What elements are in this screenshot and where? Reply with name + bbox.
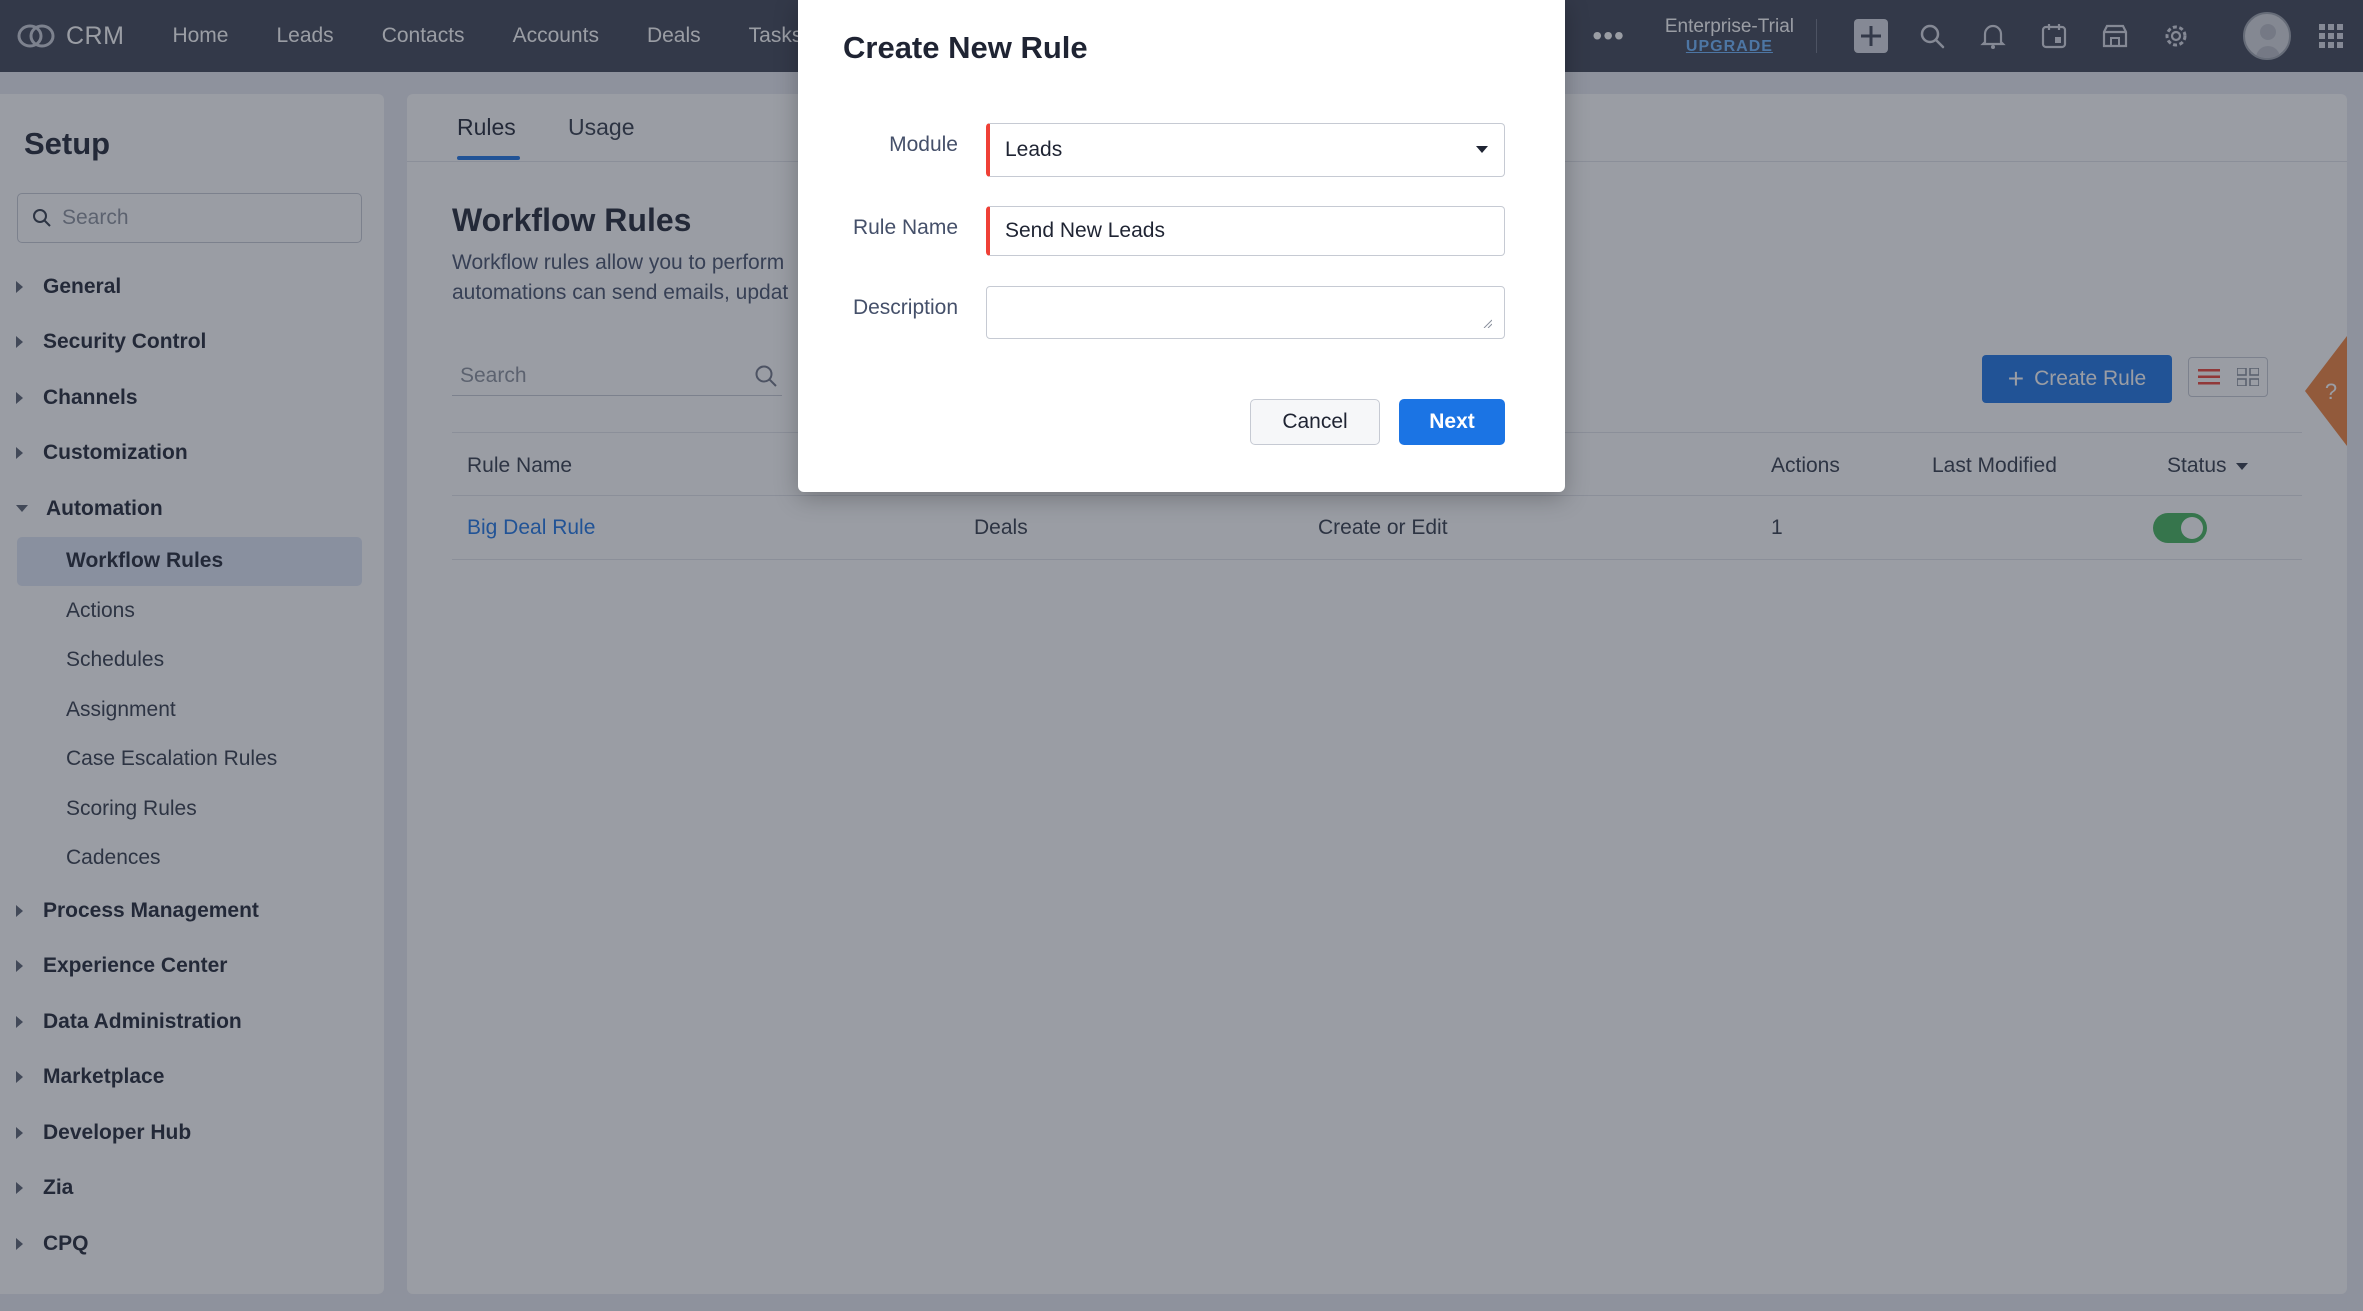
cancel-button[interactable]: Cancel [1250, 399, 1380, 445]
rule-name-field[interactable]: Send New Leads [986, 206, 1505, 256]
description-textarea[interactable] [986, 286, 1505, 339]
rule-name-label: Rule Name [852, 216, 958, 239]
module-select[interactable]: Leads [986, 123, 1505, 177]
create-rule-dialog: Create New Rule Module Leads Rule Name S… [798, 0, 1565, 492]
next-button[interactable]: Next [1399, 399, 1505, 445]
rule-name-value: Send New Leads [1005, 219, 1165, 242]
chevron-down-icon [1476, 146, 1488, 153]
resize-grip-icon[interactable] [1483, 319, 1492, 328]
description-label: Description [852, 296, 958, 319]
module-selected-value: Leads [1005, 138, 1063, 161]
dialog-title: Create New Rule [843, 30, 1088, 65]
module-label: Module [889, 133, 958, 156]
